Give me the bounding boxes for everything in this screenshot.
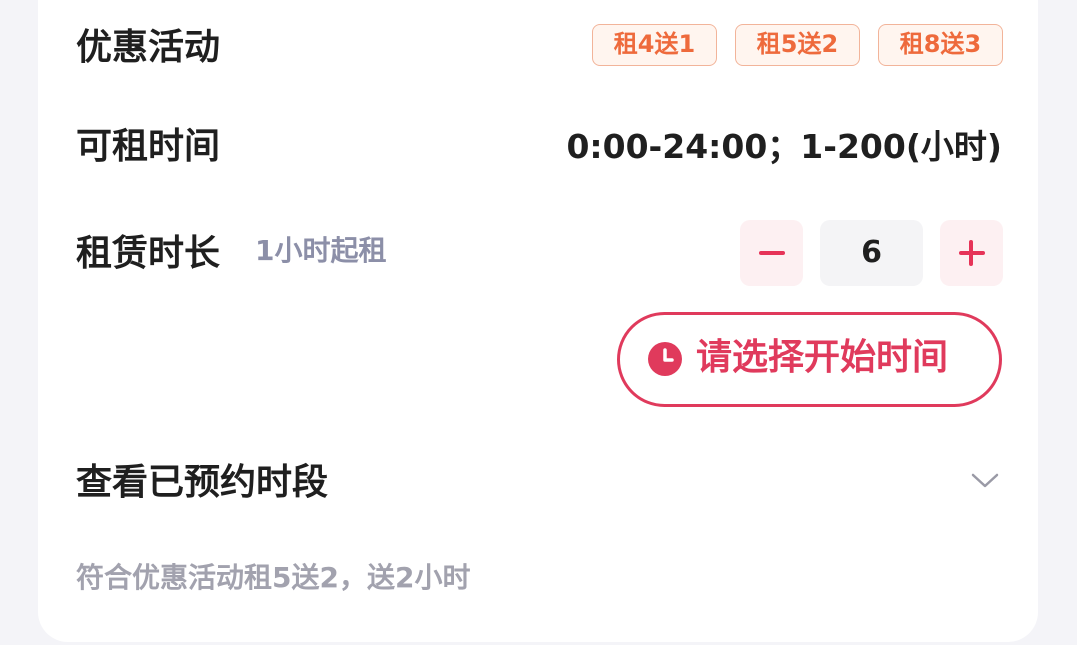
promo-tag-rent8-get3: 租8送3 [878, 24, 1003, 66]
rental-hours-value: 0:00-24:00；1-200(小时) [566, 127, 1002, 166]
chevron-down-icon[interactable] [970, 470, 1000, 490]
rental-hours-label: 可租时间 [76, 126, 221, 167]
select-start-time-label: 请选择开始时间 [696, 337, 949, 378]
duration-decrement-button[interactable] [740, 220, 803, 286]
select-start-time-button[interactable]: 请选择开始时间 [617, 312, 1002, 407]
promo-tag-rent5-get2: 租5送2 [735, 24, 860, 66]
duration-label: 租赁时长 [76, 233, 221, 274]
promotions-label: 优惠活动 [76, 27, 221, 68]
clock-icon [648, 342, 682, 376]
promo-tag-rent4-get1: 租4送1 [592, 24, 717, 66]
promo-applied-note: 符合优惠活动租5送2，送2小时 [76, 561, 471, 594]
duration-increment-button[interactable] [940, 220, 1003, 286]
duration-value[interactable]: 6 [820, 220, 923, 286]
duration-hint: 1小时起租 [255, 234, 387, 267]
view-booked-slots-label[interactable]: 查看已预约时段 [76, 465, 328, 501]
